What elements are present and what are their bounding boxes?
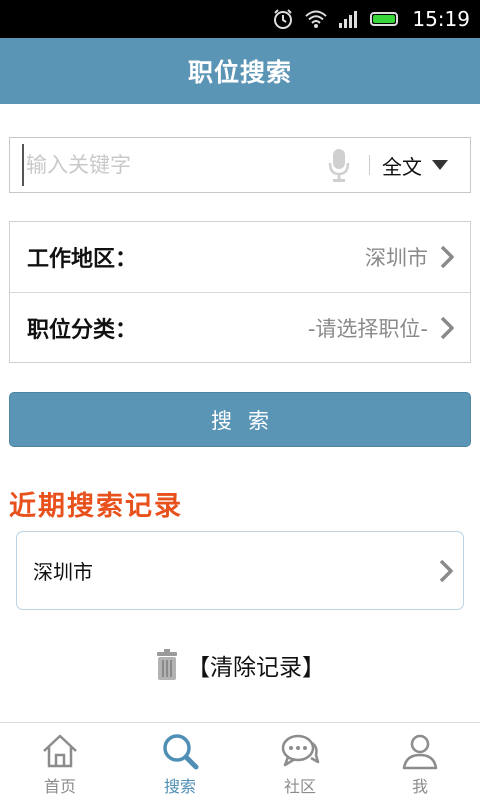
divider [369, 155, 370, 175]
chevron-right-icon [438, 315, 456, 341]
user-icon [402, 734, 438, 770]
bottom-tab-bar: 首页 搜索 社区 我 [0, 722, 480, 800]
wifi-icon [305, 10, 328, 28]
tab-community-label: 社区 [283, 777, 316, 796]
microphone-icon [328, 149, 350, 182]
search-filters: 工作地区： 深圳市 职位分类： -请选择职位- [9, 221, 471, 363]
work-area-row[interactable]: 工作地区： 深圳市 [10, 222, 470, 292]
recent-searches-list: 深圳市 [16, 531, 464, 610]
clear-history-label: 【清除记录】 [187, 655, 325, 681]
recent-searches-title: 近期搜索记录 [9, 491, 183, 522]
tab-me[interactable]: 我 [360, 723, 480, 800]
tab-me-label: 我 [411, 777, 428, 796]
page-title: 职位搜索 [0, 38, 480, 104]
chat-bubbles-icon [281, 734, 320, 767]
alarm-icon [274, 9, 293, 29]
voice-search-button[interactable] [319, 143, 359, 187]
search-button[interactable]: 搜索 [9, 392, 471, 447]
status-bar: 15:19 [0, 0, 480, 38]
job-category-row[interactable]: 职位分类： -请选择职位- [10, 292, 470, 362]
search-scope-dropdown[interactable]: 全文 [378, 137, 470, 193]
tab-home[interactable]: 首页 [0, 723, 120, 800]
clear-history-button[interactable]: 【清除记录】 [0, 645, 480, 685]
home-icon [43, 734, 77, 768]
chevron-right-icon [438, 244, 456, 270]
trash-icon [157, 649, 177, 680]
tab-home-label: 首页 [43, 777, 76, 796]
triangle-down-icon [432, 160, 448, 170]
chevron-right-icon [437, 558, 455, 584]
search-bar: 全文 [9, 137, 471, 193]
signal-icon [339, 11, 358, 28]
search-icon [163, 734, 199, 770]
tab-search-label: 搜索 [163, 777, 196, 796]
status-time: 15:19 [412, 7, 470, 31]
tab-search[interactable]: 搜索 [120, 723, 240, 800]
work-area-label: 工作地区： [27, 247, 138, 272]
work-area-value: 深圳市 [365, 246, 428, 270]
battery-icon [370, 12, 399, 26]
tab-community[interactable]: 社区 [240, 723, 360, 800]
list-item[interactable]: 深圳市 [17, 532, 463, 609]
search-scope-label: 全文 [382, 154, 422, 179]
job-category-label: 职位分类： [27, 317, 138, 343]
list-item-label: 深圳市 [33, 560, 93, 584]
search-input[interactable] [22, 144, 319, 186]
job-category-value: -请选择职位- [307, 316, 428, 341]
